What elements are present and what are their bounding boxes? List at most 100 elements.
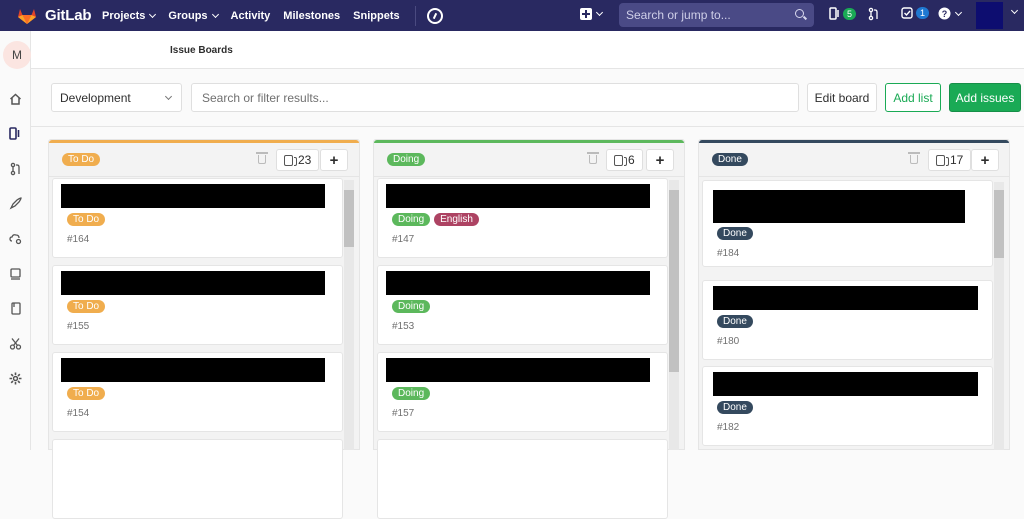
issue-number: #153 xyxy=(392,321,415,332)
issue-card[interactable]: To Do #164 xyxy=(52,178,343,258)
nav-groups[interactable]: Groups xyxy=(168,9,219,22)
performance-gauge-icon[interactable] xyxy=(426,7,443,24)
issues-icon xyxy=(614,154,627,166)
board-selector-dropdown[interactable]: Development xyxy=(51,83,182,112)
add-list-button[interactable]: Add list xyxy=(885,83,941,112)
nav-groups-label: Groups xyxy=(168,9,208,22)
nav-projects-label: Projects xyxy=(102,9,146,22)
svg-text:?: ? xyxy=(942,9,948,19)
todos-link[interactable]: 1 xyxy=(901,7,930,19)
list-label[interactable]: Done xyxy=(712,153,748,166)
book-icon xyxy=(10,302,21,315)
filter-search-input[interactable] xyxy=(191,83,799,112)
gear-icon xyxy=(9,372,22,385)
issue-label[interactable]: Doing xyxy=(392,213,431,226)
list-label[interactable]: Doing xyxy=(387,153,426,166)
sidebar-item-issues[interactable] xyxy=(9,127,22,140)
edit-board-button[interactable]: Edit board xyxy=(807,83,877,112)
sidebar-item-project[interactable] xyxy=(9,92,22,105)
project-sidebar: M xyxy=(0,31,31,450)
board-list-doing: Doing 6 + Doing English #147 Doing #153 … xyxy=(373,139,685,519)
redacted-title xyxy=(386,358,650,382)
trash-icon[interactable] xyxy=(587,152,599,164)
issue-card[interactable]: Done #182 xyxy=(702,366,993,446)
new-dropdown[interactable] xyxy=(580,8,604,20)
sidebar-item-ci-cd[interactable] xyxy=(9,197,22,210)
list-label[interactable]: To Do xyxy=(62,153,101,166)
redacted-title xyxy=(386,184,650,208)
new-issue-button[interactable]: + xyxy=(646,149,674,171)
issue-card[interactable]: To Do #154 xyxy=(52,352,343,432)
scrollbar-thumb[interactable] xyxy=(344,190,354,247)
list-scrollbar[interactable] xyxy=(994,182,1004,450)
chevron-down-icon xyxy=(954,8,963,16)
new-issue-button[interactable]: + xyxy=(971,149,999,171)
nav-projects[interactable]: Projects xyxy=(102,9,157,22)
issue-card[interactable]: Doing English #147 xyxy=(377,178,668,258)
sidebar-item-snippets[interactable] xyxy=(9,337,22,350)
board-list-todo: To Do 23 + To Do #164 To Do #155 To Do #… xyxy=(48,139,360,519)
issue-label[interactable]: To Do xyxy=(67,387,106,400)
issue-number: #184 xyxy=(717,248,740,259)
new-issue-button[interactable]: + xyxy=(320,149,348,171)
redacted-title xyxy=(386,271,650,295)
issue-card[interactable]: Doing #157 xyxy=(377,352,668,432)
scissors-icon xyxy=(9,338,22,350)
list-scrollbar[interactable] xyxy=(669,180,679,450)
issue-card[interactable]: To Do #155 xyxy=(52,265,343,345)
sidebar-item-operations[interactable] xyxy=(9,232,22,245)
sidebar-item-merge-requests[interactable] xyxy=(9,162,22,175)
chevron-down-icon[interactable] xyxy=(1010,6,1019,15)
issues-link[interactable]: 5 xyxy=(829,7,857,20)
issue-label[interactable]: To Do xyxy=(67,300,106,313)
list-header: Doing 6 + xyxy=(374,143,684,177)
issue-card[interactable]: Done #180 xyxy=(702,280,993,360)
sidebar-item-wiki[interactable] xyxy=(9,302,22,315)
scrollbar-thumb[interactable] xyxy=(669,190,679,372)
issue-number: #147 xyxy=(392,234,415,245)
issue-number: #155 xyxy=(67,321,90,332)
issue-label[interactable]: To Do xyxy=(67,213,106,226)
issue-label[interactable]: Done xyxy=(717,227,753,240)
redacted-title xyxy=(61,271,325,295)
issue-label[interactable]: Doing xyxy=(392,387,431,400)
issue-label[interactable]: Done xyxy=(717,315,753,328)
merge-requests-link[interactable] xyxy=(868,7,880,21)
scrollbar-thumb[interactable] xyxy=(994,190,1004,258)
search-input[interactable] xyxy=(626,8,791,22)
issue-card[interactable] xyxy=(52,439,343,519)
chevron-down-icon xyxy=(211,10,219,18)
issue-card[interactable] xyxy=(377,439,668,519)
issue-card[interactable]: Done #184 xyxy=(702,180,993,267)
nav-snippets[interactable]: Snippets xyxy=(353,10,399,22)
project-avatar[interactable]: M xyxy=(3,41,31,69)
issue-count-value: 17 xyxy=(950,153,964,167)
nav-milestones[interactable]: Milestones xyxy=(283,10,340,22)
help-icon: ? xyxy=(938,7,951,20)
add-issues-button[interactable]: Add issues xyxy=(949,83,1021,112)
issue-count-value: 23 xyxy=(298,153,312,167)
issue-count: 6 xyxy=(606,149,643,171)
issue-number: #154 xyxy=(67,408,90,419)
user-avatar[interactable] xyxy=(976,2,1003,29)
trash-icon[interactable] xyxy=(256,152,268,164)
page-title[interactable]: Issue Boards xyxy=(170,45,233,56)
issue-label[interactable]: English xyxy=(434,213,479,226)
merge-request-icon xyxy=(868,7,878,21)
sidebar-item-settings[interactable] xyxy=(9,372,22,385)
gitlab-home-link[interactable]: GitLab xyxy=(9,7,92,25)
nav-divider xyxy=(414,5,416,26)
list-header: Done 17 + xyxy=(699,143,1009,177)
issue-card[interactable]: Doing #153 xyxy=(377,265,668,345)
issue-label[interactable]: Doing xyxy=(392,300,431,313)
issue-number: #182 xyxy=(717,422,740,433)
help-dropdown[interactable]: ? xyxy=(938,7,963,20)
issue-number: #164 xyxy=(67,234,90,245)
nav-activity[interactable]: Activity xyxy=(231,10,271,22)
list-scrollbar[interactable] xyxy=(344,180,354,450)
issue-label[interactable]: Done xyxy=(717,401,753,414)
trash-icon[interactable] xyxy=(908,152,920,164)
top-navbar: GitLab Projects Groups Activity Mileston… xyxy=(0,0,1024,31)
sidebar-item-registry[interactable] xyxy=(9,267,22,280)
home-icon xyxy=(9,92,22,105)
